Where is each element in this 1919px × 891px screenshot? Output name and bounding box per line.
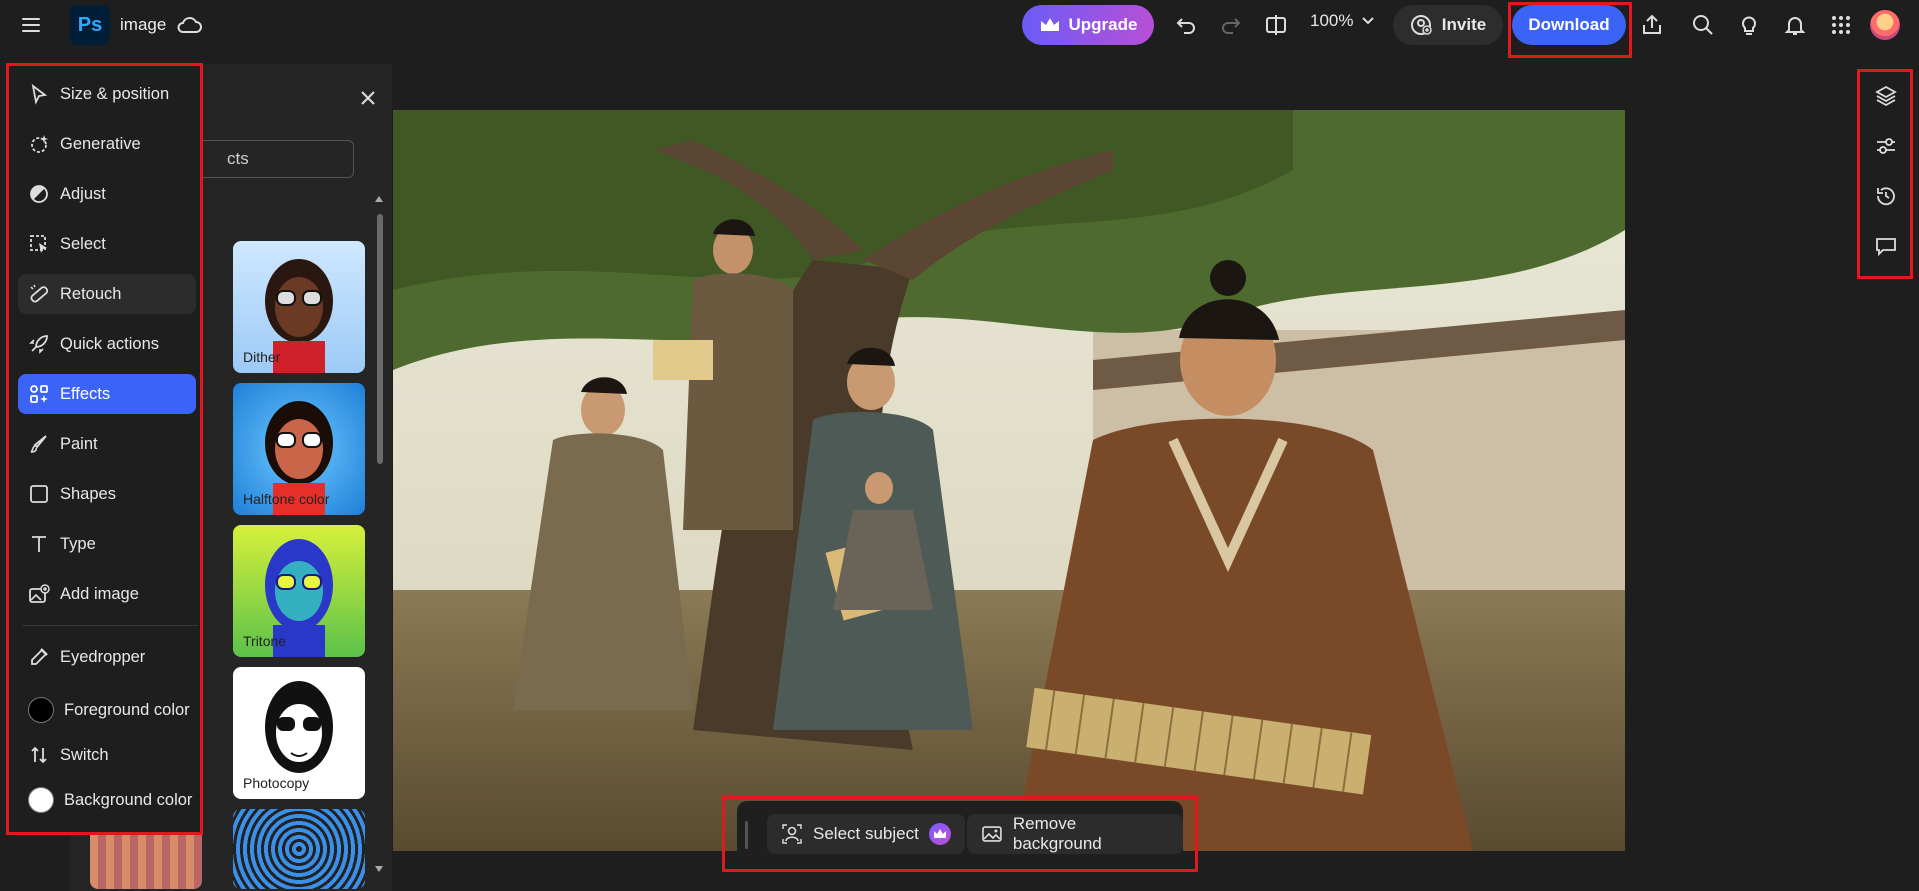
tool-background-color[interactable]: Background color [18, 780, 196, 820]
compare-icon[interactable] [1260, 9, 1292, 41]
sidebar-item-select[interactable]: Select [18, 224, 196, 264]
type-icon [32, 536, 46, 552]
comment-icon[interactable] [1870, 230, 1902, 262]
effect-thumb-partial-6[interactable] [233, 809, 365, 889]
square-icon [30, 485, 48, 503]
search-icon[interactable] [1687, 9, 1719, 41]
zoom-control[interactable]: 100% [1310, 11, 1375, 31]
invite-button[interactable]: Invite [1393, 5, 1503, 45]
sidebar-item-size-position[interactable]: Size & position [18, 74, 196, 114]
effect-thumb-photocopy[interactable]: Photocopy [233, 667, 365, 799]
add-user-icon [1410, 15, 1432, 35]
crown-icon [1040, 18, 1059, 31]
share-icon[interactable] [1636, 9, 1668, 41]
top-bar: Ps image Upgrade 100% Invite Download [0, 0, 1919, 58]
sidebar-item-generative[interactable]: Generative [18, 124, 196, 164]
cloud-icon[interactable] [176, 12, 203, 38]
chevron-down-icon [1362, 17, 1375, 25]
premium-crown-icon [928, 823, 951, 845]
scroll-thumb[interactable] [377, 214, 383, 464]
brush-icon [30, 435, 47, 453]
divider [22, 625, 198, 626]
undo-icon[interactable] [1170, 9, 1202, 41]
sidebar-item-label: Add image [60, 584, 139, 603]
select-subject-label: Select subject [813, 824, 919, 843]
apps-icon[interactable] [1825, 9, 1857, 41]
drag-handle[interactable] [745, 821, 748, 849]
sidebar-item-paint[interactable]: Paint [18, 424, 196, 464]
image-icon [982, 826, 1002, 842]
left-toolbar: Size & position Generative Adjust Select… [8, 64, 201, 834]
adjustments-icon[interactable] [1870, 130, 1902, 162]
select-subject-icon [782, 824, 802, 844]
sidebar-item-label: Type [60, 534, 96, 553]
remove-background-label: Remove background [1012, 814, 1102, 853]
sidebar-item-add-image[interactable]: Add image [18, 574, 196, 614]
tool-switch[interactable]: Switch [18, 735, 196, 775]
effect-label: Dither [243, 349, 281, 365]
close-icon[interactable] [356, 86, 380, 110]
tool-label: Foreground color [64, 700, 190, 719]
effect-label: Halftone color [243, 491, 330, 507]
select-subject-button[interactable]: Select subject [767, 814, 965, 854]
sidebar-item-quick-actions[interactable]: Quick actions [18, 324, 196, 364]
document-name[interactable]: image [120, 15, 166, 35]
sparkle-icon [31, 135, 48, 153]
sidebar-item-label: Quick actions [60, 334, 160, 353]
download-button[interactable]: Download [1512, 5, 1626, 45]
tool-label: Eyedropper [60, 647, 146, 666]
sidebar-item-label: Paint [60, 434, 98, 453]
upgrade-button[interactable]: Upgrade [1022, 5, 1154, 45]
effects-icon [30, 385, 48, 403]
sidebar-item-adjust[interactable]: Adjust [18, 174, 196, 214]
canvas-image[interactable] [393, 110, 1625, 851]
cursor-icon [31, 83, 48, 105]
effect-label: Tritone [243, 633, 287, 649]
contextual-task-bar: Select subject Remove background [737, 801, 1183, 867]
retouch-icon [30, 284, 49, 303]
menu-icon[interactable] [22, 13, 46, 37]
switch-icon [31, 746, 47, 764]
sidebar-item-retouch[interactable]: Retouch [18, 274, 196, 314]
eyedropper-icon [31, 648, 48, 665]
rocket-icon [29, 335, 48, 354]
tool-label: Background color [64, 790, 193, 809]
sidebar-item-type[interactable]: Type [18, 524, 196, 564]
sidebar-item-label: Effects [60, 384, 111, 403]
sidebar-item-label: Size & position [60, 84, 170, 103]
zoom-value: 100% [1310, 11, 1354, 30]
tool-foreground-color[interactable]: Foreground color [18, 690, 196, 730]
app-logo[interactable]: Ps [70, 5, 110, 45]
effect-thumb-halftone-color[interactable]: Halftone color [233, 383, 365, 515]
remove-background-button[interactable]: Remove background [967, 814, 1183, 854]
tool-label: Switch [60, 745, 109, 764]
bell-icon[interactable] [1779, 9, 1811, 41]
top-bar-left: Ps image [0, 5, 203, 45]
sidebar-item-shapes[interactable]: Shapes [18, 474, 196, 514]
tool-eyedropper[interactable]: Eyedropper [18, 637, 196, 677]
select-icon [30, 235, 47, 253]
invite-label: Invite [1441, 15, 1487, 34]
effect-thumb-tritone[interactable]: Tritone [233, 525, 365, 657]
sidebar-item-label: Select [60, 234, 106, 253]
foreground-swatch [28, 697, 54, 723]
upgrade-label: Upgrade [1068, 15, 1138, 34]
effect-thumb-dither[interactable]: Dither [233, 241, 365, 373]
sidebar-item-label: Generative [60, 134, 141, 153]
sidebar-item-label: Retouch [60, 284, 122, 303]
avatar[interactable] [1870, 10, 1900, 40]
sidebar-item-label: Shapes [60, 484, 116, 503]
sidebar-item-effects[interactable]: Effects [18, 374, 196, 414]
lightbulb-icon[interactable] [1733, 9, 1765, 41]
layers-icon[interactable] [1870, 80, 1902, 112]
effect-label: Photocopy [243, 775, 310, 791]
history-icon[interactable] [1870, 180, 1902, 212]
right-toolbar [1860, 72, 1912, 280]
background-swatch [28, 787, 54, 813]
adjust-icon [30, 185, 48, 203]
add-image-icon [29, 584, 50, 603]
sidebar-item-label: Adjust [60, 184, 106, 203]
redo-icon[interactable] [1215, 9, 1247, 41]
